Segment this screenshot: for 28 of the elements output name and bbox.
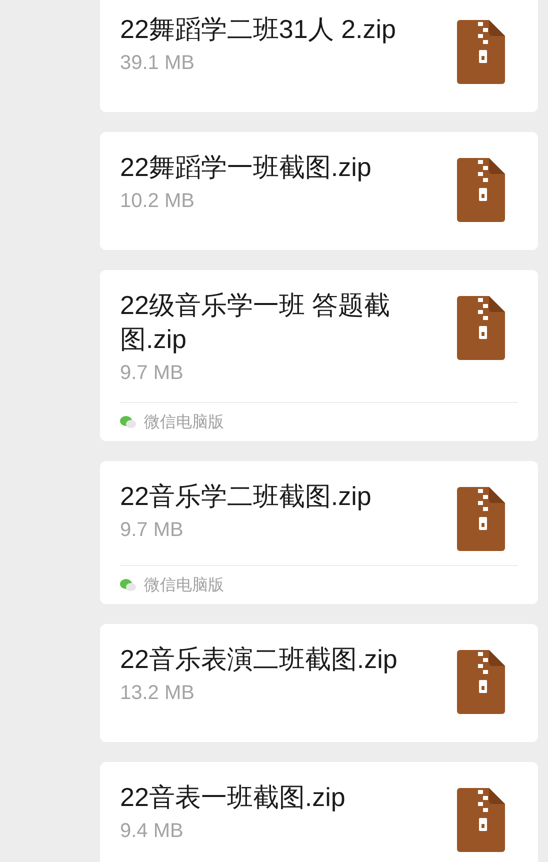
source-label: 微信电脑版: [144, 412, 224, 432]
file-name: 22音乐学二班截图.zip: [120, 480, 372, 513]
zip-file-icon: [457, 487, 505, 551]
file-size: 9.4 MB: [120, 819, 184, 844]
file-size: 10.2 MB: [120, 189, 196, 214]
zip-file-icon: [457, 158, 505, 222]
file-message-card[interactable]: 22音乐学二班截图.zip 9.7 MB 微信电脑版: [100, 461, 538, 604]
file-message-card[interactable]: 22级音乐学一班 答题截图.zip 9.7 MB 微信电脑版: [100, 270, 538, 441]
file-name: 22舞蹈学一班截图.zip: [120, 151, 372, 184]
file-name: 22舞蹈学二班31人 2.zip: [120, 13, 397, 46]
file-name: 22级音乐学一班 答题截图.zip: [120, 289, 392, 356]
file-size: 39.1 MB: [120, 51, 196, 76]
file-message-card[interactable]: 22舞蹈学二班31人 2.zip 39.1 MB: [100, 0, 538, 112]
file-message-card[interactable]: 22音表一班截图.zip 9.4 MB: [100, 762, 538, 862]
zip-file-icon: [457, 20, 505, 84]
zip-file-icon: [457, 788, 505, 852]
file-name: 22音表一班截图.zip: [120, 781, 346, 814]
file-message-card[interactable]: 22舞蹈学一班截图.zip 10.2 MB: [100, 132, 538, 250]
zip-file-icon: [457, 650, 505, 714]
file-size: 9.7 MB: [120, 361, 184, 386]
chat-bubbles-icon: [120, 578, 136, 592]
file-name: 22音乐表演二班截图.zip: [120, 643, 398, 676]
file-message-card[interactable]: 22音乐表演二班截图.zip 13.2 MB: [100, 624, 538, 742]
file-size: 13.2 MB: [120, 681, 196, 706]
chat-bubbles-icon: [120, 415, 136, 429]
zip-file-icon: [457, 296, 505, 360]
source-label: 微信电脑版: [144, 576, 224, 596]
file-size: 9.7 MB: [120, 518, 184, 543]
